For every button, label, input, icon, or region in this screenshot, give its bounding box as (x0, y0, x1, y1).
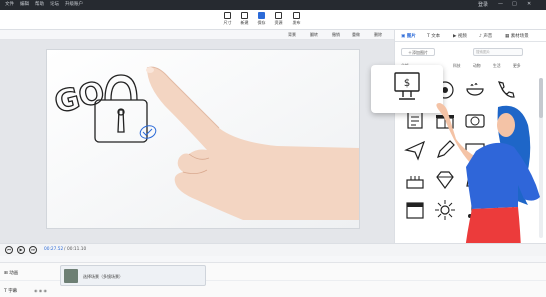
prev-icon[interactable]: ⏮ (5, 246, 13, 254)
menu-upgrade[interactable]: 升级账户 (65, 1, 83, 7)
publish-icon (293, 12, 300, 19)
new-label: 新建 (240, 20, 249, 25)
publish-button[interactable]: 发布 (288, 11, 305, 29)
tab-images-label: 图片 (406, 34, 416, 39)
category-more[interactable]: 更多 (513, 63, 521, 69)
tab-video[interactable]: ▶ 视频 (453, 33, 467, 39)
app-window: 文件 编辑 帮助 论坛 升级账户 登录 — □ ✕ 尺寸 新建 保存 资源 发布… (0, 0, 546, 297)
menu-forum[interactable]: 论坛 (50, 1, 59, 7)
category-tech[interactable]: 科技 (453, 63, 461, 69)
save-label: 保存 (257, 20, 266, 25)
save-button[interactable]: 保存 (253, 11, 270, 29)
undo-button[interactable]: 撤销 (332, 32, 340, 38)
current-time: 00:27.52 (44, 247, 64, 252)
scene-illustration: GO (47, 50, 359, 228)
save-icon (258, 12, 265, 19)
svg-text:$: $ (404, 78, 410, 89)
search-placeholder: 搜索图片 (476, 50, 490, 54)
editor-stage: GO (0, 40, 394, 243)
timeline-controls: ⏮ ▶ ⏭ 00:27.52 / 00:11.10 (0, 243, 546, 256)
menu-help[interactable]: 帮助 (35, 1, 44, 7)
tab-scenes-label: 素材场景 (510, 34, 529, 39)
tab-audio-label: 声音 (483, 34, 493, 39)
time-separator: / (64, 247, 66, 252)
category-life[interactable]: 生活 (493, 63, 501, 69)
add-image-label: 添加图片 (412, 50, 428, 55)
menu-file[interactable]: 文件 (5, 1, 14, 7)
delete-button[interactable]: 删除 (374, 32, 382, 38)
track-subtitle-text: 字幕 (8, 289, 18, 294)
tab-video-label: 视频 (457, 34, 467, 39)
tab-images[interactable]: ▣ 图片 (401, 33, 416, 39)
resource-label: 资源 (274, 20, 283, 25)
publish-label: 发布 (292, 20, 301, 25)
clip-label: 选择场景（多镜场景） (83, 274, 123, 279)
flip-button[interactable]: 翻转 (310, 32, 318, 38)
add-image-button[interactable]: ＋添加图片 (401, 48, 435, 56)
image-search-input[interactable]: 搜索图片 (473, 48, 523, 56)
new-file-icon (241, 12, 248, 19)
track-animation-text: 动画 (9, 271, 19, 276)
minimize-button[interactable]: — (498, 1, 503, 7)
size-label: 尺寸 (223, 20, 232, 25)
category-animal[interactable]: 动物 (473, 63, 481, 69)
total-time: 00:11.10 (67, 247, 87, 252)
resource-icon (275, 12, 282, 19)
next-icon[interactable]: ⏭ (29, 246, 37, 254)
main-toolbar: 尺寸 新建 保存 资源 发布 (0, 10, 546, 30)
menu-edit[interactable]: 编辑 (20, 1, 29, 7)
tab-audio[interactable]: ♪ 声音 (479, 33, 492, 39)
resource-button[interactable]: 资源 (270, 11, 287, 29)
track-animation-label: ⊞ 动画 (4, 271, 19, 276)
timeline-ruler[interactable] (0, 256, 546, 263)
background-button[interactable]: 背景 (288, 32, 296, 38)
clip-thumbnail (64, 269, 78, 283)
ruler-icon (224, 12, 231, 19)
tab-scenes[interactable]: ▦ 素材场景 (505, 33, 529, 39)
scene-canvas[interactable]: GO (46, 49, 360, 229)
resource-tabs: ▣ 图片 T 文本 ▶ 视频 ♪ 声音 ▦ 素材场景 (395, 30, 546, 42)
track-subtitle-label: T 字幕 (4, 289, 18, 294)
close-button[interactable]: ✕ (527, 1, 531, 7)
title-bar: 文件 编辑 帮助 论坛 升级账户 登录 — □ ✕ (0, 0, 546, 10)
tab-text[interactable]: T 文本 (427, 33, 440, 39)
tab-text-label: 文本 (431, 34, 441, 39)
login-button[interactable]: 登录 (478, 1, 488, 8)
track-visibility-icon[interactable]: ◉ ◉ ◉ (34, 288, 47, 293)
new-button[interactable]: 新建 (236, 11, 253, 29)
maximize-button[interactable]: □ (512, 1, 517, 7)
scene-clip[interactable]: 选择场景（多镜场景） (60, 265, 206, 286)
edit-subbar: 背景 翻转 撤销 重做 删除 (0, 30, 394, 40)
play-icon[interactable]: ▶ (17, 246, 25, 254)
size-button[interactable]: 尺寸 (219, 11, 236, 29)
redo-button[interactable]: 重做 (352, 32, 360, 38)
